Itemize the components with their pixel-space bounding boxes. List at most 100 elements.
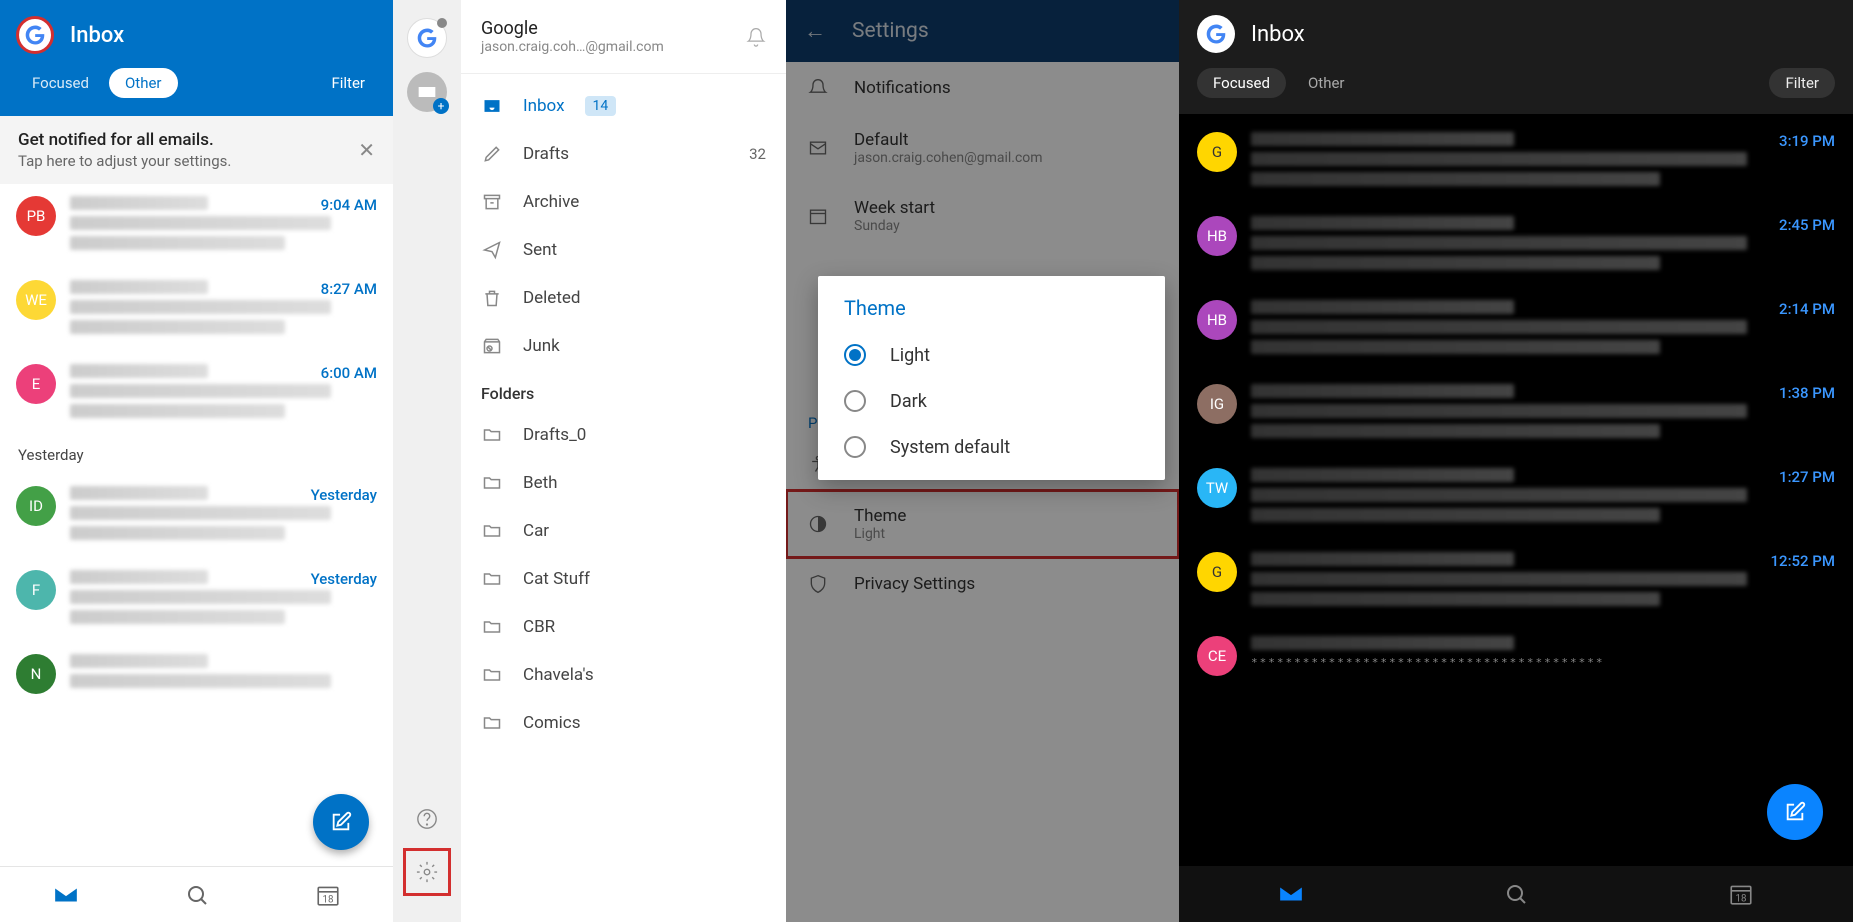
account-name: Google — [481, 18, 732, 39]
sent-icon — [481, 240, 503, 260]
theme-option-light[interactable]: Light — [824, 332, 1159, 378]
calendar-icon: 18 — [1728, 881, 1754, 907]
theme-option-system[interactable]: System default — [824, 424, 1159, 470]
settings-button[interactable] — [403, 848, 451, 896]
bottom-nav: 18 — [0, 866, 393, 922]
folder-list: Inbox 14 Drafts 32 Archive Sent Deleted — [461, 74, 786, 922]
nav-search[interactable] — [131, 867, 262, 922]
avatar: CE — [1197, 636, 1237, 676]
email-list: PB9:04 AM WE8:27 AM E6:00 AM Yesterday I… — [0, 184, 393, 866]
list-item[interactable]: WE8:27 AM — [0, 268, 393, 352]
list-item[interactable]: G3:19 PM — [1179, 120, 1853, 204]
panel-dark-inbox: Inbox Focused Other Filter G3:19 PM HB2:… — [1179, 0, 1853, 922]
calendar-icon: 18 — [315, 882, 341, 908]
tabs: Focused Other Filter — [16, 60, 377, 106]
filter-button[interactable]: Filter — [319, 68, 377, 98]
list-item[interactable]: N — [0, 642, 393, 706]
account-email: jason.craig.coh…@gmail.com — [481, 39, 732, 55]
banner-title: Get notified for all emails. — [18, 130, 231, 150]
list-item[interactable]: E6:00 AM — [0, 352, 393, 436]
avatar: F — [16, 570, 56, 610]
theme-dialog: Theme Light Dark System default — [818, 276, 1165, 480]
radio-icon — [844, 390, 866, 412]
nav-search[interactable] — [1404, 866, 1629, 922]
list-item[interactable]: PB9:04 AM — [0, 184, 393, 268]
folder-sent[interactable]: Sent — [461, 226, 786, 274]
avatar: G — [1197, 132, 1237, 172]
redacted-line: ****************************************… — [1251, 656, 1835, 669]
help-button[interactable] — [416, 808, 438, 830]
panel-settings: ← Settings Notifications Defaultjason.cr… — [786, 0, 1179, 922]
radio-icon — [844, 436, 866, 458]
account-avatar-google[interactable] — [407, 18, 447, 58]
compose-fab[interactable] — [313, 794, 369, 850]
profile-avatar[interactable] — [1197, 15, 1235, 53]
avatar: WE — [16, 280, 56, 320]
avatar: ID — [16, 486, 56, 526]
list-item[interactable]: TW1:27 PM — [1179, 456, 1853, 540]
help-icon — [416, 808, 438, 830]
tab-other[interactable]: Other — [109, 68, 178, 98]
list-item[interactable]: CE **************************************… — [1179, 624, 1853, 688]
page-title: Inbox — [1251, 22, 1305, 47]
tab-other[interactable]: Other — [1292, 68, 1361, 98]
account-header[interactable]: Google jason.craig.coh…@gmail.com — [461, 0, 786, 74]
google-logo-icon — [1204, 22, 1228, 46]
nav-mail[interactable] — [1179, 866, 1404, 922]
folder-custom[interactable]: Car — [461, 507, 786, 555]
inbox-icon — [481, 96, 503, 116]
section-yesterday: Yesterday — [0, 436, 393, 474]
add-account-button[interactable]: + — [407, 72, 447, 112]
list-item[interactable]: IDYesterday — [0, 474, 393, 558]
search-icon — [185, 883, 209, 907]
folder-custom[interactable]: Chavela's — [461, 651, 786, 699]
drawer-main: Google jason.craig.coh…@gmail.com Inbox … — [461, 0, 786, 922]
notification-button[interactable] — [746, 27, 766, 47]
nav-calendar[interactable]: 18 — [1628, 866, 1853, 922]
folder-custom[interactable]: CBR — [461, 603, 786, 651]
drafts-icon — [481, 144, 503, 164]
tab-focused[interactable]: Focused — [1197, 68, 1286, 98]
folder-custom[interactable]: Beth — [461, 459, 786, 507]
folder-inbox[interactable]: Inbox 14 — [461, 82, 786, 130]
nav-calendar[interactable]: 18 — [262, 867, 393, 922]
folder-deleted[interactable]: Deleted — [461, 274, 786, 322]
close-icon[interactable]: ✕ — [358, 138, 375, 162]
folder-icon — [481, 569, 503, 589]
nav-mail[interactable] — [0, 867, 131, 922]
avatar: HB — [1197, 216, 1237, 256]
account-strip: + — [393, 0, 461, 922]
avatar: G — [1197, 552, 1237, 592]
trash-icon — [481, 288, 503, 308]
list-item[interactable]: IG1:38 PM — [1179, 372, 1853, 456]
folder-archive[interactable]: Archive — [461, 178, 786, 226]
profile-avatar[interactable] — [16, 16, 54, 54]
avatar: IG — [1197, 384, 1237, 424]
svg-text:18: 18 — [322, 894, 333, 905]
folder-icon — [481, 473, 503, 493]
compose-fab[interactable] — [1767, 784, 1823, 840]
avatar: HB — [1197, 300, 1237, 340]
avatar: TW — [1197, 468, 1237, 508]
page-title: Inbox — [70, 23, 124, 48]
folder-custom[interactable]: Cat Stuff — [461, 555, 786, 603]
theme-option-dark[interactable]: Dark — [824, 378, 1159, 424]
folder-junk[interactable]: Junk — [461, 322, 786, 370]
compose-icon — [330, 811, 352, 833]
filter-button[interactable]: Filter — [1769, 68, 1835, 98]
list-item[interactable]: FYesterday — [0, 558, 393, 642]
tab-focused[interactable]: Focused — [16, 68, 105, 98]
list-item[interactable]: G12:52 PM — [1179, 540, 1853, 624]
folder-custom[interactable]: Drafts_0 — [461, 411, 786, 459]
folder-icon — [481, 713, 503, 733]
folder-custom[interactable]: Comics — [461, 699, 786, 747]
dialog-title: Theme — [824, 296, 1159, 332]
folder-drafts[interactable]: Drafts 32 — [461, 130, 786, 178]
svg-text:18: 18 — [1735, 894, 1746, 905]
notification-banner[interactable]: Get notified for all emails. Tap here to… — [0, 116, 393, 184]
compose-icon — [1784, 801, 1806, 823]
list-item[interactable]: HB2:45 PM — [1179, 204, 1853, 288]
avatar: N — [16, 654, 56, 694]
list-item[interactable]: HB2:14 PM — [1179, 288, 1853, 372]
bottom-nav-dark: 18 — [1179, 866, 1853, 922]
